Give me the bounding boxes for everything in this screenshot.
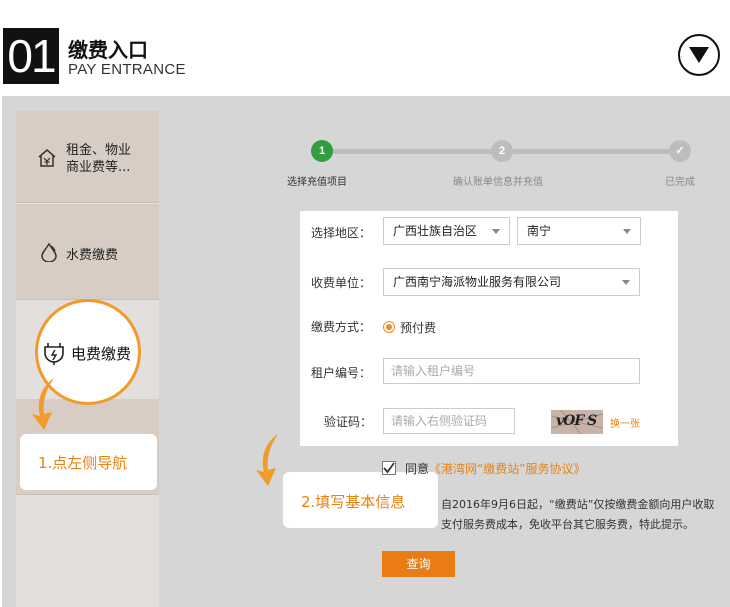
step-connector [502,149,680,154]
plug-icon [43,342,65,370]
method-label: 缴费方式： [311,320,372,334]
step-connector [322,149,502,154]
curved-arrow-icon [32,378,54,430]
sidebar-item-label: 商业费等... [66,160,131,175]
city-select[interactable]: 南宁 [517,217,641,245]
step-3-label: 已完成 [665,177,695,188]
refresh-captcha-link[interactable]: 换一张 [610,415,640,430]
check-icon [383,462,395,474]
caret-down-icon [492,229,500,234]
province-value: 广西壮族自治区 [393,224,478,238]
captcha-text: vOF S [556,413,597,429]
step-1-dot: 1 [311,140,333,162]
sidebar-item-water[interactable]: 水费缴费 [16,204,159,300]
section-number: 01 [3,28,59,84]
step-2-dot: 2 [491,140,513,162]
unit-value: 广西南宁海派物业服务有限公司 [393,275,562,289]
method-value: 预付费 [400,321,437,335]
step-1-label: 选择充值项目 [287,177,347,188]
step-3-dot: ✓ [669,140,691,162]
water-drop-icon [39,242,59,266]
payment-form: 选择地区： 广西壮族自治区 南宁 收费单位： 广西南宁海派物业服务有限公司 缴费… [300,211,678,446]
house-yen-icon [37,148,57,172]
page-subtitle: PAY ENTRANCE [68,61,186,78]
agree-checkbox[interactable] [382,461,396,475]
collapse-button[interactable] [678,34,720,76]
agree-text: 同意《港湾网“缴费站”服务协议》 [405,460,585,477]
agreement-link[interactable]: 《港湾网“缴费站”服务协议》 [429,462,585,476]
tip-navigate: 1.点左侧导航 [20,434,157,490]
step-2-label: 确认账单信息并充值 [453,177,543,188]
captcha-label: 验证码： [324,415,373,429]
triangle-down-icon [689,47,709,63]
caret-down-icon [623,229,631,234]
unit-label: 收费单位： [311,276,372,290]
city-value: 南宁 [527,224,552,238]
tenant-input[interactable]: 请输入租户编号 [383,358,640,384]
sidebar-item-rent[interactable]: 租金、物业 商业费等... [16,111,159,203]
unit-select[interactable]: 广西南宁海派物业服务有限公司 [383,268,640,296]
captcha-input[interactable]: 请输入右侧验证码 [383,408,515,434]
captcha-image[interactable]: vOF S [551,410,603,434]
query-button[interactable]: 查询 [382,551,455,577]
notice-line-1: 自2016年9月6日起，“缴费站”仅按缴费金额向用户收取 [441,498,715,511]
page-title: 缴费入口 [68,38,148,62]
caret-down-icon [622,280,630,285]
region-label: 选择地区： [311,226,372,240]
tip-fill-info: 2.填写基本信息 [283,472,438,528]
prepaid-radio[interactable] [383,321,395,333]
notice-line-2: 支付服务费成本，免收平台其它服务费，特此提示。 [441,518,694,531]
sidebar-item-label: 电费缴费 [71,345,132,363]
agree-prefix: 同意 [405,462,430,476]
province-select[interactable]: 广西壮族自治区 [383,217,510,245]
sidebar-item-label: 水费缴费 [66,248,119,263]
tenant-label: 租户编号： [311,366,372,380]
